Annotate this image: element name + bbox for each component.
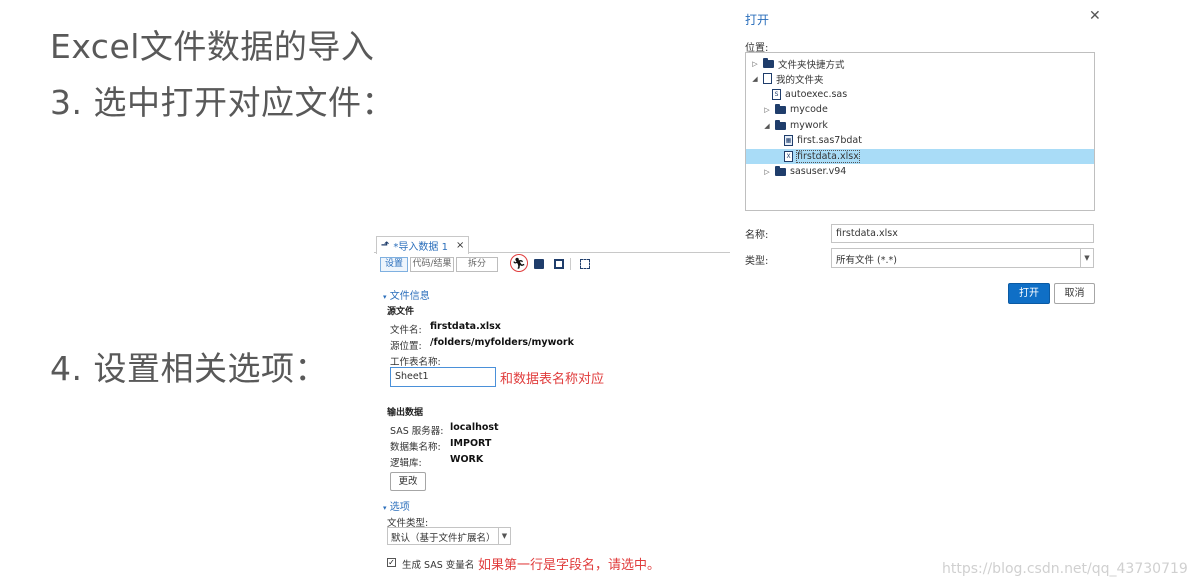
toolbar-divider [570, 258, 571, 270]
options-section[interactable]: ▾ 选项 [383, 498, 410, 513]
folder-icon [775, 103, 786, 114]
maximize-icon[interactable] [580, 259, 590, 269]
expand-icon[interactable]: ▷ [751, 60, 759, 68]
excel-file-icon: X [784, 151, 793, 162]
file-name-value: firstdata.xlsx [430, 321, 501, 332]
output-heading: 输出数据 [387, 408, 424, 418]
file-name-label: 文件名: [390, 325, 422, 336]
folder-icon [775, 165, 786, 176]
section-label: 文件信息 [389, 291, 430, 302]
tree-item-label: autoexec.sas [785, 89, 848, 100]
tree-item-sasuser[interactable]: ▷ sasuser.v94 [763, 164, 846, 179]
folder-shortcut-icon [763, 57, 774, 68]
tab-import-data[interactable]: ⬏ *导入数据 1 × [376, 236, 470, 254]
folder-tree[interactable]: ▷ 文件夹快捷方式 ◢ 我的文件夹 S autoexec.sas ▷ mycod… [745, 52, 1095, 211]
tree-item-mycode[interactable]: ▷ mycode [763, 102, 828, 117]
sheet-note: 和数据表名称对应 [500, 372, 605, 387]
import-icon: ⬏ [381, 240, 390, 251]
file-type-select[interactable]: 默认（基于文件扩展名） ▼ [387, 527, 511, 545]
file-type-value: 所有文件 (*.*) [836, 255, 897, 266]
library-label: 逻辑库: [390, 458, 422, 469]
tree-item-label: sasuser.v94 [790, 166, 847, 177]
tree-item-mywork[interactable]: ◢ mywork [763, 118, 828, 133]
tree-item-label: mywork [790, 120, 828, 131]
table-file-icon: ▦ [784, 135, 793, 146]
import-panel: ⬏ *导入数据 1 × 设置 代码/结果 拆分 🏃︎ ▾ 文件信息 源文件 文件… [374, 234, 730, 586]
source-file-heading: 源文件 [387, 307, 415, 317]
step-4-text: 4. 设置相关选项： [50, 349, 328, 388]
tab-label: *导入数据 1 [393, 242, 448, 253]
my-folder-icon [763, 73, 772, 84]
chevron-down-icon[interactable]: ▼ [498, 528, 510, 544]
change-button[interactable]: 更改 [390, 472, 426, 491]
segment-split[interactable]: 拆分 [456, 257, 498, 272]
cancel-button[interactable]: 取消 [1054, 283, 1095, 304]
type-label: 类型: [745, 256, 769, 267]
collapse-icon: ▾ [383, 504, 387, 512]
run-icon[interactable]: 🏃︎ [510, 254, 528, 272]
file-type-select[interactable]: 所有文件 (*.*) ▼ [831, 248, 1094, 268]
dialog-title: 打开 [745, 13, 770, 27]
file-type-value: 默认（基于文件扩展名） [391, 533, 496, 544]
open-button[interactable]: 打开 [1008, 283, 1050, 304]
section-label: 选项 [389, 502, 410, 513]
generate-vars-checkbox[interactable]: ✓ [387, 558, 396, 567]
dataset-label: 数据集名称: [390, 442, 441, 453]
sas-file-icon: S [772, 89, 781, 100]
tree-item-label: firstdata.xlsx [796, 150, 860, 163]
segment-code-results[interactable]: 代码/结果 [410, 257, 454, 272]
tree-item-label: first.sas7bdat [797, 135, 862, 146]
tree-item-firstdata-xlsx[interactable]: X firstdata.xlsx [784, 149, 860, 164]
source-location-value: /folders/myfolders/mywork [430, 337, 574, 348]
sas-server-value: localhost [450, 422, 499, 433]
collapse-icon[interactable]: ◢ [763, 122, 771, 130]
folder-icon [775, 119, 786, 130]
expand-icon[interactable]: ▷ [763, 106, 771, 114]
save-icon[interactable] [534, 259, 544, 269]
sheet-name-input[interactable]: Sheet1 [390, 367, 496, 387]
tree-item-folder-shortcuts[interactable]: ▷ 文件夹快捷方式 [751, 56, 845, 71]
tree-item-first-sas7bdat[interactable]: ▦ first.sas7bdat [784, 133, 862, 148]
checkbox-note: 如果第一行是字段名，请选中。 [478, 558, 661, 573]
collapse-icon: ▾ [383, 293, 387, 301]
chevron-down-icon[interactable]: ▼ [1080, 249, 1093, 267]
tree-item-label: 我的文件夹 [776, 74, 824, 86]
slide-title: Excel文件数据的导入 [50, 27, 375, 66]
collapse-icon[interactable]: ◢ [751, 75, 759, 83]
step-3-text: 3. 选中打开对应文件： [50, 83, 395, 122]
sheet-name-label: 工作表名称: [390, 357, 441, 368]
source-location-label: 源位置: [390, 341, 422, 352]
close-tab-icon[interactable]: × [456, 240, 464, 251]
tree-item-label: 文件夹快捷方式 [778, 59, 845, 71]
file-info-section[interactable]: ▾ 文件信息 [383, 287, 430, 302]
close-icon[interactable]: ✕ [1089, 8, 1101, 24]
save-as-icon[interactable] [554, 259, 564, 269]
watermark: https://blog.csdn.net/qq_43730719 [942, 561, 1188, 577]
tree-item-autoexec[interactable]: S autoexec.sas [772, 87, 847, 102]
segment-settings[interactable]: 设置 [380, 257, 408, 272]
tree-item-label: mycode [790, 104, 828, 115]
generate-vars-label: 生成 SAS 变量名 [402, 560, 475, 571]
name-label: 名称: [745, 230, 769, 241]
file-name-input[interactable]: firstdata.xlsx [831, 224, 1094, 243]
sas-server-label: SAS 服务器: [390, 426, 444, 437]
dataset-value: IMPORT [450, 438, 492, 449]
library-value: WORK [450, 454, 484, 465]
expand-icon[interactable]: ▷ [763, 168, 771, 176]
open-dialog: 打开 ✕ 位置: ▷ 文件夹快捷方式 ◢ 我的文件夹 S autoexec.sa… [735, 0, 1110, 320]
tree-item-my-folders[interactable]: ◢ 我的文件夹 [751, 71, 824, 86]
